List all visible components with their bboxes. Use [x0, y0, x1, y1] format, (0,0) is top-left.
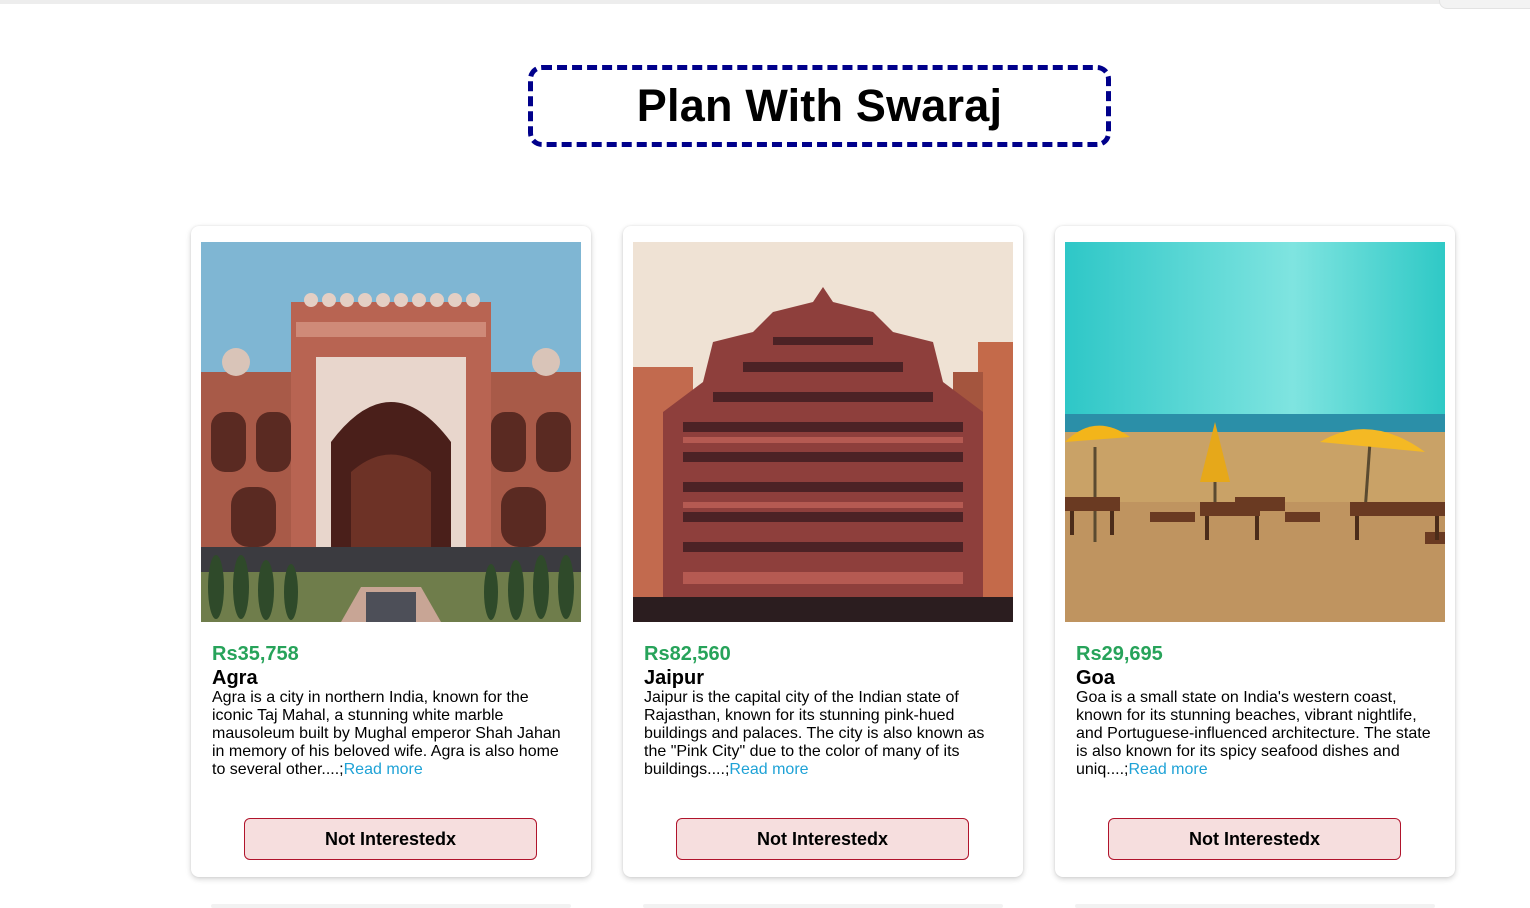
tour-description: Jaipur is the capital city of the Indian…	[644, 689, 1000, 779]
page-title-box: Plan With Swaraj	[528, 65, 1111, 147]
tour-name: Jaipur	[644, 667, 705, 689]
tour-name: Agra	[212, 667, 258, 689]
browser-top-corner	[1439, 0, 1530, 9]
page-title: Plan With Swaraj	[636, 80, 1003, 131]
tour-image-goa	[1065, 242, 1445, 622]
not-interested-button[interactable]: Not Interestedx	[676, 818, 969, 860]
tour-image-agra	[201, 242, 581, 622]
read-more-link[interactable]: Read more	[1128, 761, 1207, 778]
not-interested-button[interactable]: Not Interestedx	[244, 818, 537, 860]
tour-card-goa: Rs29,695 Goa Goa is a small state on Ind…	[1055, 226, 1455, 877]
tour-price: Rs35,758	[212, 643, 299, 665]
tour-price: Rs82,560	[644, 643, 731, 665]
tour-card-jaipur: Rs82,560 Jaipur Jaipur is the capital ci…	[623, 226, 1023, 877]
tour-description-text: Jaipur is the capital city of the Indian…	[644, 689, 985, 778]
tour-price: Rs29,695	[1076, 643, 1163, 665]
next-row-card-edge	[1075, 904, 1435, 908]
tour-name: Goa	[1076, 667, 1115, 689]
read-more-link[interactable]: Read more	[344, 761, 423, 778]
tour-image-jaipur	[633, 242, 1013, 622]
next-row-card-edge	[643, 904, 1003, 908]
next-row-card-edge	[211, 904, 571, 908]
not-interested-button[interactable]: Not Interestedx	[1108, 818, 1401, 860]
tour-description: Goa is a small state on India's western …	[1076, 689, 1432, 779]
read-more-link[interactable]: Read more	[729, 761, 808, 778]
tour-card-agra: Rs35,758 Agra Agra is a city in northern…	[191, 226, 591, 877]
tour-description: Agra is a city in northern India, known …	[212, 689, 568, 779]
browser-top-strip	[0, 0, 1530, 4]
